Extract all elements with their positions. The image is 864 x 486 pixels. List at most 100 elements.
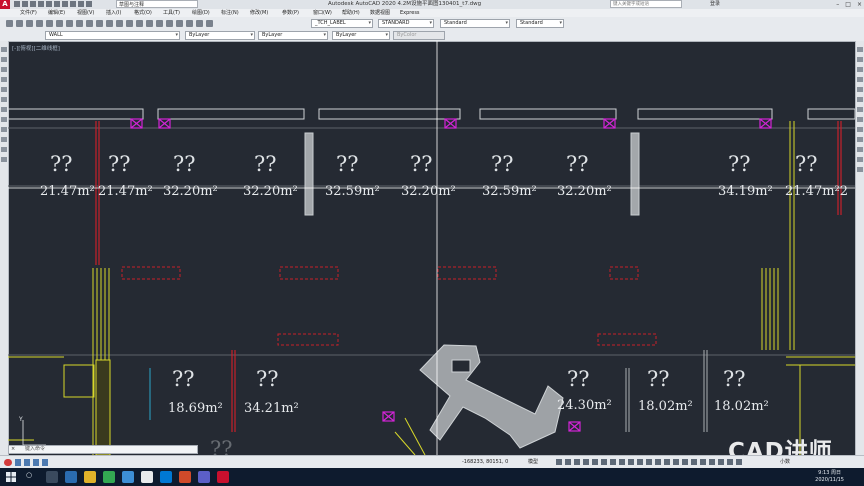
erase-tool-icon[interactable] — [857, 47, 863, 52]
system-clock[interactable]: 9:13 周日 2020/11/15 — [815, 470, 844, 484]
save-icon[interactable] — [26, 20, 33, 27]
undo-icon[interactable] — [96, 20, 103, 27]
customization-icon[interactable] — [736, 459, 742, 465]
undo-icon[interactable] — [54, 1, 60, 7]
media-icon[interactable] — [198, 471, 210, 483]
insert-block-icon[interactable] — [1, 127, 7, 132]
sheet-set-icon[interactable] — [186, 20, 193, 27]
copy-icon[interactable] — [66, 20, 73, 27]
menu-express[interactable]: Express — [400, 9, 420, 17]
plot-icon[interactable] — [36, 20, 43, 27]
snap-icon[interactable] — [565, 459, 571, 465]
menu-help[interactable]: 帮助(H) — [342, 9, 360, 17]
drawing-canvas[interactable]: Y — [8, 41, 855, 455]
layer-dropdown[interactable]: WALL ▾ — [45, 31, 180, 40]
menu-data-view[interactable]: 数据视图 — [370, 9, 390, 17]
quick-properties-icon[interactable] — [691, 459, 697, 465]
menu-draw[interactable]: 绘图(D) — [192, 9, 210, 17]
polygon-tool-icon[interactable] — [1, 97, 7, 102]
ortho-icon[interactable] — [574, 459, 580, 465]
graphics-performance-icon[interactable] — [718, 459, 724, 465]
color-dropdown[interactable]: ByLayer ▾ — [185, 31, 255, 40]
trim-tool-icon[interactable] — [857, 137, 863, 142]
markup-icon[interactable] — [196, 20, 203, 27]
print-icon[interactable] — [46, 1, 52, 7]
layer-icon[interactable] — [78, 1, 84, 7]
close-icon[interactable]: × — [11, 446, 15, 453]
menu-tools[interactable]: 工具(T) — [163, 9, 180, 17]
qq-icon[interactable] — [122, 471, 134, 483]
brush-icon[interactable] — [86, 20, 93, 27]
task-view-icon[interactable] — [46, 471, 58, 483]
linetype-dropdown[interactable]: ByLayer ▾ — [258, 31, 328, 40]
lineweight-dropdown[interactable]: ByLayer ▾ — [332, 31, 390, 40]
stretch-tool-icon[interactable] — [857, 127, 863, 132]
cut-icon[interactable] — [56, 20, 63, 27]
paste-icon[interactable] — [76, 20, 83, 27]
save-as-icon[interactable] — [38, 1, 44, 7]
help-search-input[interactable]: 键入关键字或短语 — [610, 0, 682, 8]
polyline-tool-icon[interactable] — [1, 57, 7, 62]
properties-icon[interactable] — [156, 20, 163, 27]
save-icon[interactable] — [30, 1, 36, 7]
mleader-style-dropdown[interactable]: Standard ▾ — [516, 19, 564, 28]
mail-icon[interactable] — [160, 471, 172, 483]
menu-dimension[interactable]: 标注(N) — [221, 9, 239, 17]
match-properties-icon[interactable] — [70, 1, 76, 7]
dynamic-ucs-icon[interactable] — [646, 459, 652, 465]
line-tool-icon[interactable] — [1, 47, 7, 52]
menu-edit[interactable]: 编辑(E) — [48, 9, 65, 17]
table-style-dropdown[interactable]: Standard ▾ — [440, 19, 510, 28]
move-tool-icon[interactable] — [857, 97, 863, 102]
menu-parametric[interactable]: 参数(P) — [282, 9, 299, 17]
fillet-tool-icon[interactable] — [857, 157, 863, 162]
preview-icon[interactable] — [46, 20, 53, 27]
explode-tool-icon[interactable] — [857, 167, 863, 172]
selection-cycling-icon[interactable] — [628, 459, 634, 465]
transparency-icon[interactable] — [619, 459, 625, 465]
copy-tool-icon[interactable] — [857, 57, 863, 62]
arc-tool-icon[interactable] — [1, 77, 7, 82]
command-line[interactable]: × 键入命令 — [8, 445, 198, 454]
spline-tool-icon[interactable] — [1, 107, 7, 112]
open-file-icon[interactable] — [22, 1, 28, 7]
table-tool-icon[interactable] — [1, 157, 7, 162]
file-explorer-icon[interactable] — [84, 471, 96, 483]
isolate-objects-icon[interactable] — [709, 459, 715, 465]
scale-tool-icon[interactable] — [857, 117, 863, 122]
polar-icon[interactable] — [583, 459, 589, 465]
maximize-icon[interactable]: □ — [845, 0, 851, 9]
units-dropdown[interactable]: 小数 — [780, 458, 790, 467]
rotate-tool-icon[interactable] — [857, 107, 863, 112]
lock-ui-icon[interactable] — [700, 459, 706, 465]
otrack-icon[interactable] — [601, 459, 607, 465]
menu-format[interactable]: 格式(O) — [134, 9, 152, 17]
settings-icon[interactable] — [42, 459, 48, 466]
rectangle-tool-icon[interactable] — [1, 87, 7, 92]
menu-file[interactable]: 文件(F) — [20, 9, 37, 17]
workspace-switch-icon[interactable] — [664, 459, 670, 465]
windows-start-icon[interactable] — [6, 472, 16, 482]
menu-window[interactable]: 窗口(W) — [313, 9, 332, 17]
edge-icon[interactable] — [65, 471, 77, 483]
circle-tool-icon[interactable] — [1, 67, 7, 72]
zoom-realtime-icon[interactable] — [126, 20, 133, 27]
input-method-icon[interactable] — [4, 459, 12, 466]
osnap-icon[interactable] — [592, 459, 598, 465]
tool-palette-icon[interactable] — [176, 20, 183, 27]
command-input[interactable]: 键入命令 — [25, 446, 45, 452]
minimize-icon[interactable]: – — [836, 0, 839, 9]
new-icon[interactable] — [6, 20, 13, 27]
workspace-dropdown[interactable]: 草图与注释 — [116, 0, 198, 8]
ellipse-tool-icon[interactable] — [1, 117, 7, 122]
3d-osnap-icon[interactable] — [637, 459, 643, 465]
browser-icon[interactable] — [141, 471, 153, 483]
plotstyle-dropdown[interactable]: ByColor — [393, 31, 445, 40]
zoom-window-icon[interactable] — [136, 20, 143, 27]
punctuation-icon[interactable] — [24, 459, 30, 466]
extend-tool-icon[interactable] — [857, 147, 863, 152]
clean-screen-icon[interactable] — [727, 459, 733, 465]
menu-view[interactable]: 视图(V) — [77, 9, 94, 17]
redo-icon[interactable] — [62, 1, 68, 7]
mirror-tool-icon[interactable] — [857, 67, 863, 72]
